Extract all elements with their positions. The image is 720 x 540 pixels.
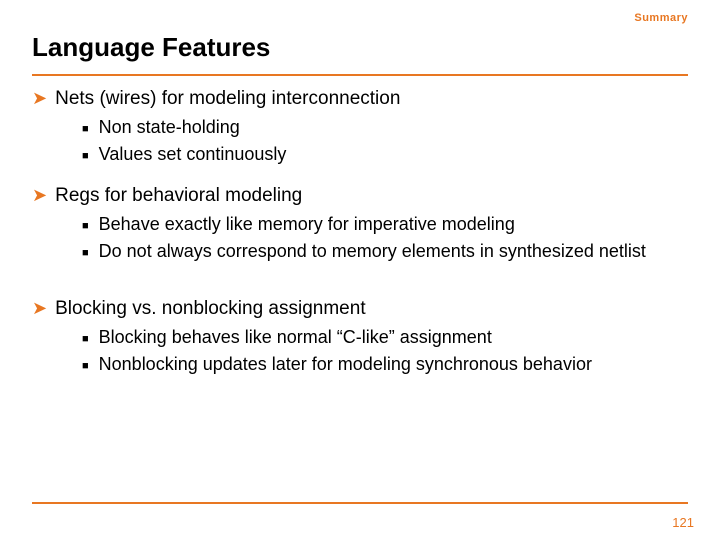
square-bullet-icon: ■	[82, 332, 89, 346]
bullet-l2: ■ Non state-holding	[82, 116, 680, 139]
page-title: Language Features	[32, 32, 270, 63]
bullet-l2: ■ Nonblocking updates later for modeling…	[82, 353, 680, 376]
square-bullet-icon: ■	[82, 246, 89, 260]
square-bullet-icon: ■	[82, 149, 89, 163]
bullet-l2: ■ Do not always correspond to memory ele…	[82, 240, 680, 263]
bullet-text: Behave exactly like memory for imperativ…	[99, 213, 515, 236]
bullet-l1: ➤ Regs for behavioral modeling	[32, 185, 680, 207]
bullet-text: Regs for behavioral modeling	[55, 185, 302, 207]
bullet-text: Blocking vs. nonblocking assignment	[55, 298, 366, 320]
bullet-text: Non state-holding	[99, 116, 240, 139]
divider-top	[32, 74, 688, 76]
bullet-text: Nonblocking updates later for modeling s…	[99, 353, 592, 376]
section-label: Summary	[634, 12, 688, 24]
bullet-text: Blocking behaves like normal “C-like” as…	[99, 326, 492, 349]
square-bullet-icon: ■	[82, 219, 89, 233]
content-area: ➤ Nets (wires) for modeling interconnect…	[32, 88, 680, 380]
bullet-l2: ■ Behave exactly like memory for imperat…	[82, 213, 680, 236]
bullet-l1: ➤ Nets (wires) for modeling interconnect…	[32, 88, 680, 110]
square-bullet-icon: ■	[82, 122, 89, 136]
bullet-text: Nets (wires) for modeling interconnectio…	[55, 88, 400, 110]
chevron-right-icon: ➤	[32, 88, 47, 110]
bullet-text: Do not always correspond to memory eleme…	[99, 240, 646, 263]
bullet-l2: ■ Values set continuously	[82, 143, 680, 166]
square-bullet-icon: ■	[82, 359, 89, 373]
bullet-l1: ➤ Blocking vs. nonblocking assignment	[32, 298, 680, 320]
page-number: 121	[672, 515, 694, 530]
chevron-right-icon: ➤	[32, 298, 47, 320]
bullet-l2: ■ Blocking behaves like normal “C-like” …	[82, 326, 680, 349]
divider-bottom	[32, 502, 688, 504]
chevron-right-icon: ➤	[32, 185, 47, 207]
bullet-text: Values set continuously	[99, 143, 287, 166]
